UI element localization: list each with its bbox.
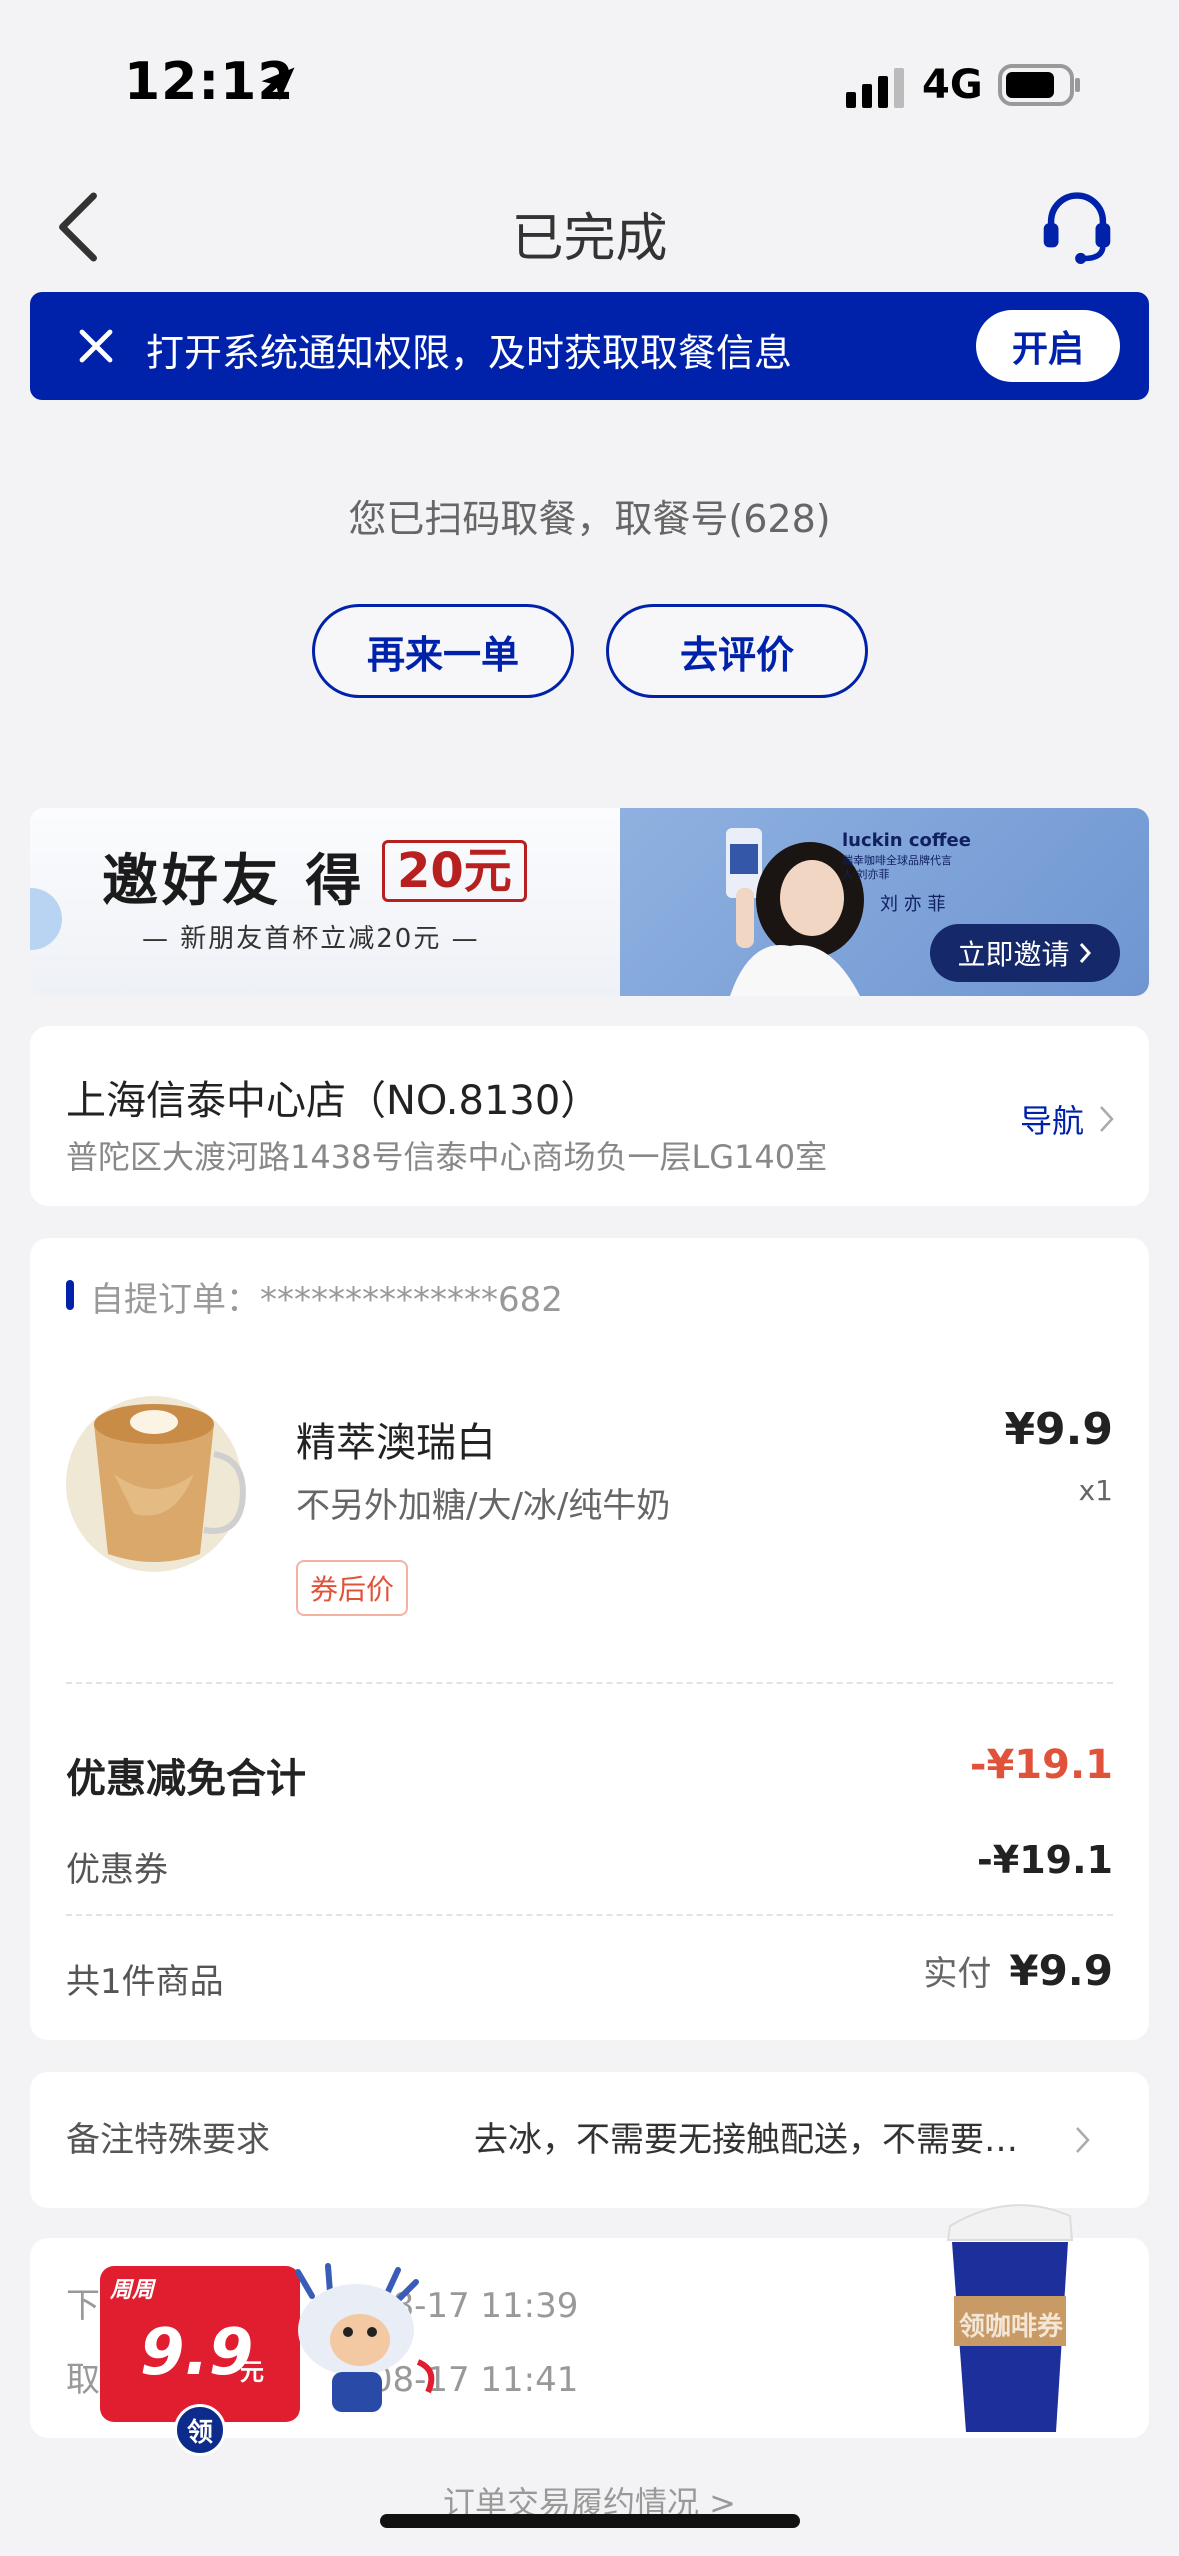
- network-type: 4G: [922, 62, 983, 108]
- order-accent-bar: [66, 1280, 74, 1310]
- paid-label: 实付: [923, 1954, 992, 1994]
- headset-icon[interactable]: [1040, 188, 1114, 266]
- promo-brand: luckin coffee: [842, 830, 971, 851]
- get-coupon-button[interactable]: 领: [174, 2404, 226, 2456]
- chevron-right-icon: [1076, 2127, 1090, 2153]
- remark-label: 备注特殊要求: [66, 2120, 270, 2160]
- remark-card[interactable]: 备注特殊要求 去冰，不需要无接触配送，不需要…: [30, 2072, 1149, 2208]
- store-address: 普陀区大渡河路1438号信泰中心商场负一层LG140室: [66, 1138, 828, 1176]
- store-name: 上海信泰中心店（NO.8130）: [66, 1078, 601, 1124]
- invite-now-label: 立即邀请: [957, 938, 1070, 971]
- coupon-unit: 元: [240, 2358, 264, 2386]
- pickup-time-prefix: 取: [66, 2360, 100, 2400]
- order-card: 自提订单：**************682 精萃澳瑞白 不另外加糖/大/冰/纯…: [30, 1238, 1149, 2040]
- promo-name: 刘 亦 菲: [880, 894, 946, 915]
- promo-amount: 20元: [382, 840, 527, 902]
- promo-subtitle: — 新朋友首杯立减20元 —: [142, 924, 480, 954]
- pickup-message: 您已扫码取餐，取餐号(628): [348, 497, 831, 541]
- product-quantity: x1: [1078, 1474, 1113, 1507]
- navigate-link[interactable]: 导航: [1020, 1096, 1118, 1142]
- divider: [66, 1914, 1113, 1916]
- navigate-label: 导航: [1020, 1102, 1085, 1140]
- invite-now-button[interactable]: 立即邀请: [930, 924, 1120, 982]
- product-name: 精萃澳瑞白: [296, 1420, 496, 1466]
- notification-banner: 打开系统通知权限，及时获取取餐信息 开启: [30, 292, 1149, 400]
- order-time-prefix: 下: [66, 2286, 100, 2326]
- reorder-button[interactable]: 再来一单: [312, 604, 574, 698]
- remark-value: 去冰，不需要无接触配送，不需要…: [474, 2120, 1018, 2160]
- paid-value: ¥9.9: [1009, 1946, 1113, 1995]
- review-button[interactable]: 去评价: [606, 604, 868, 698]
- promo-title: 邀好友 得: [102, 849, 366, 914]
- home-indicator: [380, 2514, 800, 2528]
- coupon-week-label: 周周: [110, 2278, 155, 2303]
- paid-amount-group: 实付 ¥9.9: [923, 1946, 1113, 1995]
- location-arrow-icon: [261, 67, 295, 101]
- order-number: 自提订单：**************682: [90, 1280, 563, 1320]
- page-title: 已完成: [511, 209, 668, 269]
- promo-brand-sub: 瑞幸咖啡全球品牌代言人 刘亦菲: [842, 854, 952, 881]
- battery-icon: [998, 64, 1080, 106]
- product-price: ¥9.9: [1004, 1404, 1113, 1455]
- invite-promo-banner[interactable]: 邀好友 得 20元 — 新朋友首杯立减20元 — luckin coffee 瑞…: [30, 808, 1149, 996]
- cup-coupon-text: 领咖啡券: [958, 2312, 1063, 2342]
- chevron-right-icon: [1080, 943, 1092, 963]
- promo-decoration: [30, 888, 62, 950]
- notification-text: 打开系统通知权限，及时获取取餐信息: [146, 331, 793, 375]
- enable-notification-button[interactable]: 开启: [976, 310, 1120, 382]
- coupon-price: 9.9: [140, 2316, 254, 2390]
- chevron-right-icon: [1100, 1106, 1114, 1132]
- coffee-product-image: [66, 1396, 246, 1572]
- item-count: 共1件商品: [66, 1962, 224, 2002]
- discount-total-label: 优惠减免合计: [66, 1756, 306, 1802]
- discount-total-value: -¥19.1: [969, 1742, 1113, 1788]
- divider: [66, 1682, 1113, 1684]
- coupon-price-tag: 券后价: [296, 1560, 409, 1616]
- signal-icon: [846, 68, 904, 108]
- coupon-value: -¥19.1: [977, 1838, 1113, 1882]
- deer-mascot-icon: [295, 2263, 435, 2412]
- store-card: 上海信泰中心店（NO.8130） 普陀区大渡河路1438号信泰中心商场负一层LG…: [30, 1026, 1149, 1206]
- close-icon[interactable]: [72, 322, 120, 370]
- coupon-label: 优惠券: [66, 1850, 168, 1890]
- product-options: 不另外加糖/大/冰/纯牛奶: [296, 1486, 671, 1526]
